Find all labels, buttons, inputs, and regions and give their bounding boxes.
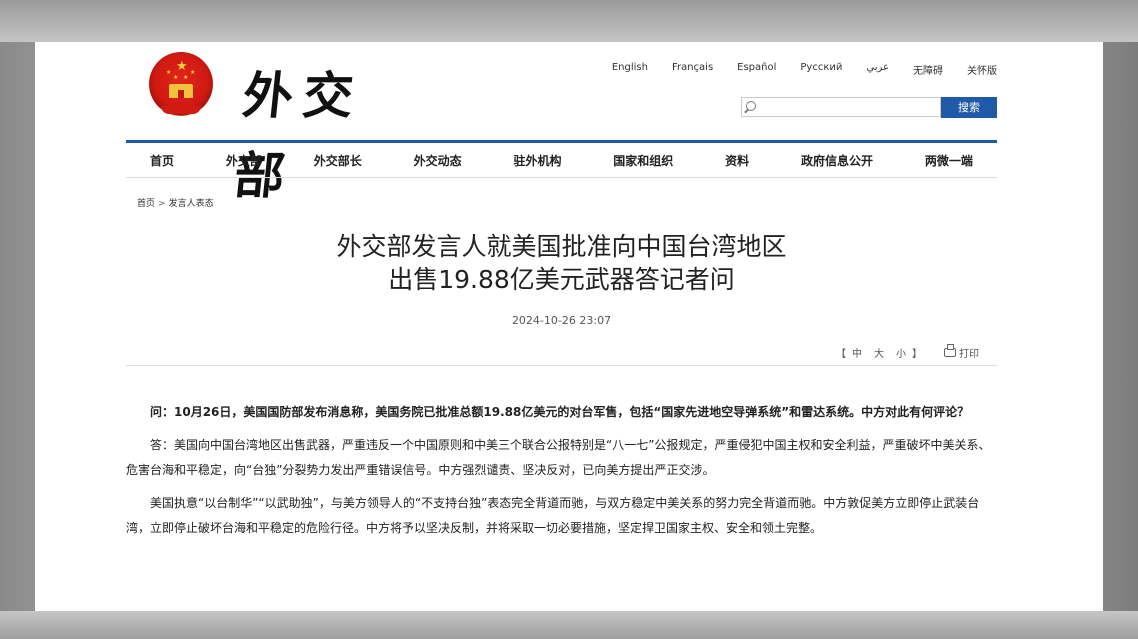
main-nav: 首页 外交部 外交部长 外交动态 驻外机构 国家和组织 资料 政府信息公开 两微…: [126, 140, 997, 178]
elder-care-mode-link[interactable]: 关怀版: [967, 62, 997, 78]
national-emblem-icon[interactable]: ★ ★ ★ ★ ★: [149, 52, 213, 116]
language-link-french[interactable]: Français: [672, 62, 713, 78]
search-button[interactable]: 搜索: [941, 97, 997, 118]
search-icon: [746, 101, 756, 111]
nav-item-missions-abroad[interactable]: 驻外机构: [513, 152, 561, 169]
nav-item-government-info[interactable]: 政府信息公开: [801, 152, 873, 169]
nav-item-ministry[interactable]: 外交部: [226, 152, 262, 169]
language-link-spanish[interactable]: Español: [737, 62, 776, 78]
font-size-small-button[interactable]: 小: [896, 345, 906, 360]
nav-item-social-media[interactable]: 两微一端: [925, 152, 973, 169]
article-body: 问：10月26日，美国国防部发布消息称，美国务院已批准总额19.88亿美元的对台…: [126, 400, 997, 549]
font-size-bracket-close: 】: [912, 349, 922, 360]
article-title-line1: 外交部发言人就美国批准向中国台湾地区: [336, 232, 787, 261]
article-title: 外交部发言人就美国批准向中国台湾地区 出售19.88亿美元武器答记者问: [126, 230, 997, 296]
language-link-english[interactable]: English: [612, 62, 648, 78]
breadcrumb-current[interactable]: 发言人表态: [169, 199, 214, 209]
background-top: [0, 0, 1138, 42]
article-tools: 【 中 大 小 】 打印: [836, 344, 979, 360]
font-size-medium-button[interactable]: 中: [852, 345, 862, 360]
language-link-russian[interactable]: Русский: [800, 62, 842, 78]
webpage: ★ ★ ★ ★ ★ 外交部 English Français Español Р…: [35, 42, 1103, 611]
search-box: [741, 97, 942, 117]
printer-icon[interactable]: [944, 344, 956, 357]
breadcrumb-separator: >: [158, 199, 166, 209]
search-input[interactable]: [758, 99, 942, 117]
nav-item-resources[interactable]: 资料: [725, 152, 749, 169]
background-bottom: [0, 611, 1138, 639]
nav-item-diplomatic-news[interactable]: 外交动态: [414, 152, 462, 169]
article-paragraph-answer: 答：美国向中国台湾地区出售武器，严重违反一个中国原则和中美三个联合公报特别是“八…: [126, 438, 991, 477]
print-button[interactable]: 打印: [959, 345, 979, 360]
breadcrumb-home[interactable]: 首页: [137, 199, 155, 209]
article-paragraph-statement: 美国执意“以台制华”“以武助独”，与美方领导人的“不支持台独”表态完全背道而驰，…: [126, 496, 980, 535]
language-link-arabic[interactable]: عربي: [866, 62, 889, 78]
content-divider: [126, 365, 997, 366]
article-title-line2: 出售19.88亿美元武器答记者问: [388, 265, 735, 294]
nav-item-minister[interactable]: 外交部长: [314, 152, 362, 169]
breadcrumb: 首页 > 发言人表态: [137, 196, 214, 209]
article-paragraph-question: 问：10月26日，美国国防部发布消息称，美国务院已批准总额19.88亿美元的对台…: [150, 405, 970, 419]
accessibility-link[interactable]: 无障碍: [913, 62, 943, 78]
site-logo-calligraphy[interactable]: 外交部: [232, 56, 417, 205]
nav-item-countries-organizations[interactable]: 国家和组织: [613, 152, 673, 169]
article-date: 2024-10-26 23:07: [511, 314, 612, 327]
nav-item-home[interactable]: 首页: [150, 152, 174, 169]
language-bar: English Français Español Русский عربي 无障…: [588, 62, 997, 78]
font-size-large-button[interactable]: 大: [874, 345, 884, 360]
font-size-bracket-open: 【: [836, 349, 846, 360]
